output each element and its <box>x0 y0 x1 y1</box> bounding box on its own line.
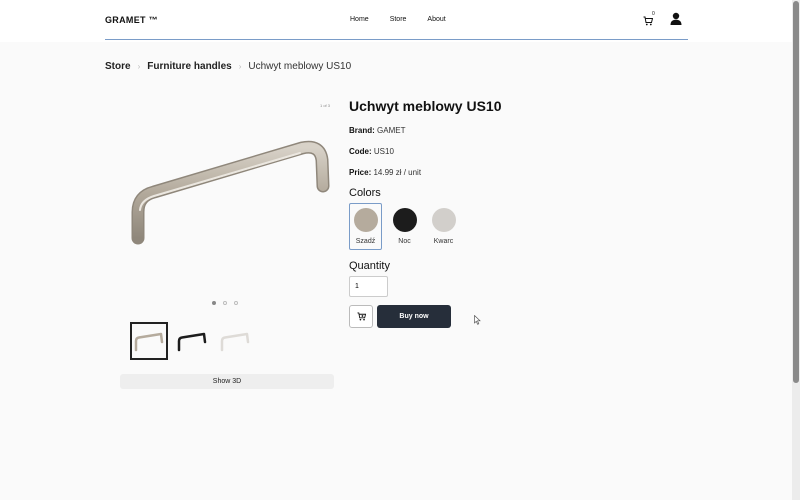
quantity-input[interactable] <box>349 276 388 297</box>
breadcrumb-store[interactable]: Store <box>105 61 131 72</box>
image-dot[interactable] <box>234 301 238 305</box>
breadcrumb-current: Uchwyt meblowy US10 <box>248 61 352 72</box>
show-3d-button[interactable]: Show 3D <box>120 374 334 389</box>
page-scrollbar[interactable] <box>792 0 800 500</box>
mouse-cursor-icon <box>474 315 481 325</box>
color-options: Szadź Noc Kwarc <box>349 203 649 250</box>
thumbnail-strip <box>130 322 254 360</box>
colors-heading: Colors <box>349 187 381 199</box>
nav-store[interactable]: Store <box>390 16 407 23</box>
nav-about[interactable]: About <box>427 16 445 23</box>
site-logo[interactable]: GRAMET ™ <box>105 15 158 25</box>
price-label: Price: <box>349 168 372 177</box>
add-to-cart-button[interactable] <box>349 305 373 328</box>
code-value: US10 <box>373 147 394 156</box>
price-row: Price: 14.99 zł / unit <box>349 168 649 177</box>
image-counter: 1 of 3 <box>320 103 331 108</box>
nav-home[interactable]: Home <box>350 16 369 23</box>
user-icon <box>670 12 682 25</box>
image-dot[interactable] <box>223 301 227 305</box>
brand-value: GAMET <box>377 126 406 135</box>
quantity-heading: Quantity <box>349 260 390 272</box>
product-title: Uchwyt meblowy US10 <box>349 98 502 114</box>
product-details: Uchwyt meblowy US10 Brand: GAMET Code: U… <box>349 98 649 328</box>
purchase-actions: Buy now <box>349 305 649 328</box>
color-option-noc[interactable]: Noc <box>388 203 421 250</box>
product-gallery: 1 of 3 Show 3D <box>120 100 334 390</box>
brand-row: Brand: GAMET <box>349 126 649 135</box>
breadcrumb: Store › Furniture handles › Uchwyt meblo… <box>105 61 351 72</box>
thumbnail-szadz[interactable] <box>130 322 168 360</box>
color-name: Kwarc <box>433 238 454 245</box>
cart-icon <box>643 16 654 26</box>
color-name: Noc <box>398 238 411 245</box>
breadcrumb-furniture-handles[interactable]: Furniture handles <box>147 61 231 72</box>
image-dot[interactable] <box>212 301 216 305</box>
thumbnail-kwarc[interactable] <box>216 322 254 360</box>
cart-plus-icon <box>356 312 366 321</box>
code-label: Code: <box>349 147 372 156</box>
price-value: 14.99 zł / unit <box>373 168 422 177</box>
color-swatch <box>431 208 456 232</box>
breadcrumb-separator: › <box>137 62 141 71</box>
header-divider <box>105 39 688 40</box>
color-swatch <box>353 208 378 232</box>
brand-label: Brand: <box>349 126 375 135</box>
color-option-kwarc[interactable]: Kwarc <box>427 203 460 250</box>
site-header: GRAMET ™ Home Store About 0 <box>0 0 792 42</box>
main-nav: Home Store About <box>350 16 467 23</box>
thumbnail-noc[interactable] <box>173 322 211 360</box>
code-row: Code: US10 <box>349 147 649 156</box>
image-dots <box>212 301 238 305</box>
scrollbar-thumb[interactable] <box>793 1 799 383</box>
cart-count-badge: 0 <box>652 11 655 17</box>
breadcrumb-separator: › <box>238 62 242 71</box>
user-account-button[interactable] <box>670 12 682 26</box>
buy-now-button[interactable]: Buy now <box>377 305 451 328</box>
header-cart-button[interactable]: 0 <box>643 11 657 27</box>
color-swatch <box>392 208 417 232</box>
color-name: Szadź <box>355 238 376 245</box>
color-option-szadz[interactable]: Szadź <box>349 203 382 250</box>
product-main-image[interactable] <box>120 130 334 270</box>
handle-image <box>131 140 330 245</box>
